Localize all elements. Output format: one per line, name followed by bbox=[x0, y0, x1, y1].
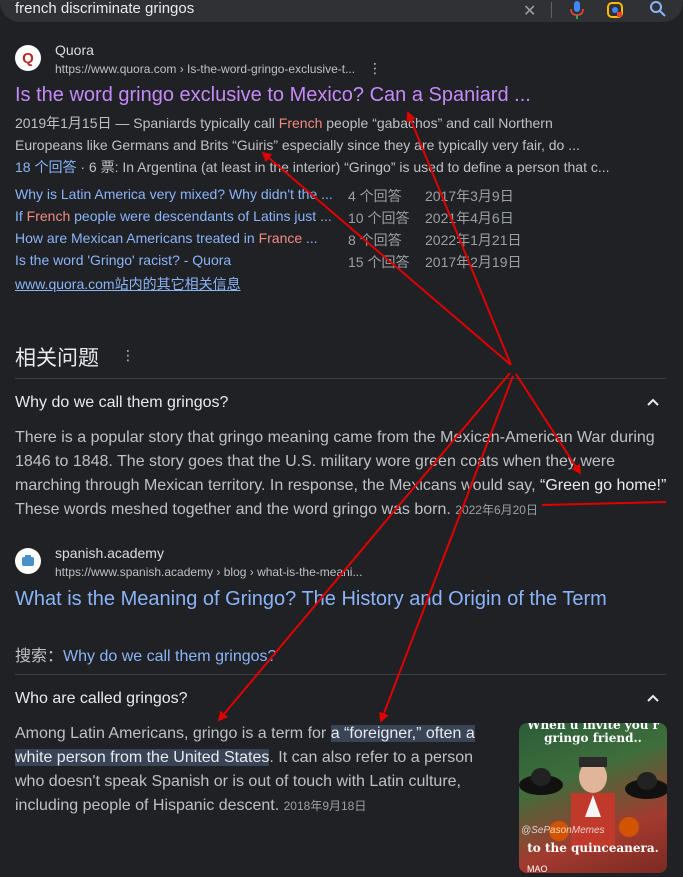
answer-line: who doesn't speak Spanish or is out of t… bbox=[15, 773, 461, 790]
result-title-link[interactable]: Is the word gringo exclusive to Mexico? … bbox=[15, 84, 531, 107]
search-suggestion-link[interactable]: Why do we call them gringos? bbox=[63, 648, 276, 665]
image-watermark: @SePasonMemes bbox=[521, 825, 605, 836]
divider bbox=[15, 378, 666, 379]
paa-answer: There is a popular story that gringo mea… bbox=[15, 426, 675, 522]
image-source: MAO bbox=[527, 864, 548, 873]
result-url[interactable]: https://www.quora.com › Is-the-word-grin… bbox=[55, 62, 355, 76]
search-prefix: 搜索： bbox=[15, 648, 64, 665]
answer-image[interactable]: When u invite you r gringo friend.. @SeP… bbox=[519, 723, 667, 873]
related-question-link[interactable]: If French people were descendants of Lat… bbox=[15, 208, 332, 224]
answer-line: These words meshed together and the word… bbox=[15, 501, 451, 518]
paa-heading: 相关问题 bbox=[15, 347, 99, 370]
related-answer-count: 8 个回答 bbox=[348, 232, 402, 248]
paa-question-title[interactable]: Who are called gringos? bbox=[15, 690, 188, 708]
selected-text: white person from the United States bbox=[15, 749, 270, 766]
related-answer-count: 4 个回答 bbox=[348, 188, 402, 204]
related-answer-count: 10 个回答 bbox=[348, 210, 410, 226]
related-answer-count: 15 个回答 bbox=[348, 254, 410, 270]
divider bbox=[15, 674, 666, 675]
selected-text: a “foreigner,” often a bbox=[330, 725, 475, 742]
snippet-date: 2019年1月15日 — Spaniards typically call bbox=[15, 115, 279, 131]
paa-options-icon[interactable]: ⋮ bbox=[121, 347, 135, 364]
result-site-name[interactable]: Quora bbox=[55, 42, 94, 58]
snippet-text: people “gabachos” and call Northern bbox=[322, 115, 553, 131]
related-question-link[interactable]: Why is Latin America very mixed? Why did… bbox=[15, 186, 333, 202]
answer-line: including people of Hispanic descent. bbox=[15, 797, 280, 814]
search-bar: french discriminate gringos ✕ bbox=[0, 0, 683, 22]
lens-icon[interactable] bbox=[606, 1, 624, 19]
snippet-line-3: · 6 票: In Argentina (at least in the int… bbox=[76, 159, 610, 175]
paa-answer: Among Latin Americans, gringo is a term … bbox=[15, 722, 510, 818]
divider bbox=[551, 2, 552, 18]
related-date: 2017年2月19日 bbox=[425, 254, 522, 270]
search-icon[interactable] bbox=[649, 0, 667, 18]
related-question-link[interactable]: Is the word 'Gringo' racist? - Quora bbox=[15, 252, 231, 268]
related-date: 2022年1月21日 bbox=[425, 232, 522, 248]
answer-line: Among Latin Americans, gringo is a term … bbox=[15, 725, 331, 742]
chevron-up-icon[interactable] bbox=[646, 690, 660, 706]
search-input[interactable]: french discriminate gringos bbox=[15, 0, 194, 17]
answer-line: marching through Mexican territory. In r… bbox=[15, 477, 540, 494]
answer-date: 2022年6月20日 bbox=[455, 503, 538, 517]
answer-date: 2018年9月18日 bbox=[283, 799, 367, 813]
related-date: 2017年3月9日 bbox=[425, 188, 514, 204]
chevron-up-icon[interactable] bbox=[646, 394, 660, 410]
result-snippet: 2019年1月15日 — Spaniards typically call Fr… bbox=[15, 112, 675, 178]
quora-logo-letter: Q bbox=[22, 49, 34, 67]
snippet-line-2: Europeans like Germans and Brits “Guiris… bbox=[15, 137, 580, 153]
related-question-link[interactable]: How are Mexican Americans treated in Fra… bbox=[15, 230, 318, 246]
source-title-link[interactable]: What is the Meaning of Gringo? The Histo… bbox=[15, 588, 607, 611]
spanish-academy-favicon bbox=[15, 548, 41, 574]
close-icon[interactable]: ✕ bbox=[523, 1, 536, 21]
answer-line: . It can also refer to a person bbox=[269, 749, 474, 766]
search-suggestion: 搜索：Why do we call them gringos? bbox=[15, 642, 276, 666]
answer-quote: “Green go home!” bbox=[539, 477, 667, 494]
source-url[interactable]: https://www.spanish.academy › blog › wha… bbox=[55, 565, 362, 579]
snippet-highlight: French bbox=[278, 115, 323, 131]
quora-favicon: Q bbox=[15, 45, 41, 71]
answer-line: 1846 to 1848. The story goes that the U.… bbox=[15, 453, 616, 470]
mic-icon[interactable] bbox=[570, 1, 584, 19]
more-from-site-link[interactable]: www.quora.com站内的其它相关信息 bbox=[15, 274, 241, 294]
source-site-name[interactable]: spanish.academy bbox=[55, 545, 164, 561]
answer-line: There is a popular story that gringo mea… bbox=[15, 429, 655, 446]
paa-question-title[interactable]: Why do we call them gringos? bbox=[15, 394, 228, 412]
more-options-icon[interactable]: ⋮ bbox=[368, 60, 382, 77]
image-caption-top: When u invite you r gringo friend.. bbox=[526, 723, 659, 745]
answers-count-link[interactable]: 18 个回答 bbox=[15, 159, 76, 175]
related-date: 2021年4月6日 bbox=[425, 210, 514, 226]
image-caption-bottom: to the quinceanera. bbox=[527, 841, 659, 855]
